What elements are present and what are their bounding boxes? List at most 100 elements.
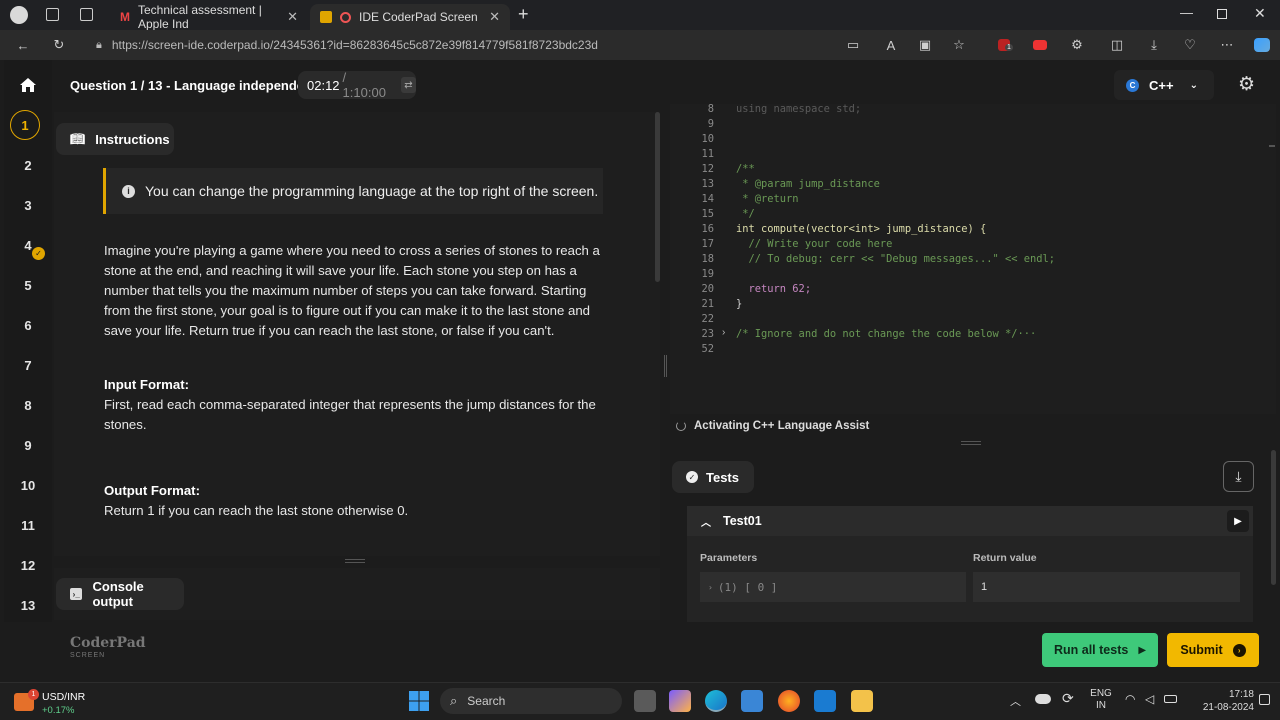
code-line[interactable]: * @return xyxy=(736,192,798,207)
question-nav-item[interactable]: 6 xyxy=(4,310,52,340)
question-nav-item[interactable]: 13 xyxy=(4,590,52,620)
notification-icon[interactable] xyxy=(1259,694,1270,705)
tab-technical-assessment[interactable]: M Technical assessment | Apple Ind ✕ xyxy=(110,3,308,31)
downloads-icon[interactable]: ⤓ xyxy=(1145,36,1163,54)
volume-icon[interactable]: ◁ xyxy=(1145,692,1154,706)
minimize-icon[interactable]: — xyxy=(1180,5,1193,20)
code-line[interactable]: return 62; xyxy=(736,282,812,297)
tests-tab[interactable]: ✓ Tests xyxy=(672,461,754,493)
swap-icon[interactable]: ⇄ xyxy=(400,77,416,93)
firefox-icon[interactable] xyxy=(778,690,800,712)
extension-ublock-icon[interactable]: 1 xyxy=(995,36,1013,54)
submit-button[interactable]: Submit › xyxy=(1167,633,1259,667)
close-tab-icon[interactable]: ✕ xyxy=(489,9,500,25)
line-number: 11 xyxy=(701,148,714,160)
code-line[interactable]: using namespace std; xyxy=(736,102,861,117)
run-all-tests-button[interactable]: Run all tests ▶ xyxy=(1042,633,1158,667)
instructions-scrollbar[interactable] xyxy=(655,112,660,282)
profile-icon[interactable] xyxy=(10,6,28,24)
parameter-value[interactable]: › (1) [ 0 ] xyxy=(700,572,966,602)
input-format-heading: Input Format: xyxy=(104,377,189,392)
editor-resize-handle[interactable] xyxy=(961,441,981,445)
read-aloud-icon[interactable]: A xyxy=(882,36,900,54)
code-line[interactable]: // To debug: cerr << "Debug messages..."… xyxy=(736,252,1056,267)
clock[interactable]: 17:18 21-08-2024 xyxy=(1190,688,1254,714)
home-icon[interactable] xyxy=(19,77,37,93)
camera-icon[interactable]: ▭ xyxy=(844,36,862,54)
tab-coderpad[interactable]: IDE CoderPad Screen ✕ xyxy=(310,4,510,30)
clock-date: 21-08-2024 xyxy=(1202,702,1254,713)
play-icon: ▶ xyxy=(1138,644,1147,656)
chevron-up-icon[interactable]: ︿ xyxy=(1010,693,1021,709)
sync-icon[interactable]: ⟳ xyxy=(1062,690,1074,707)
workspaces-icon[interactable] xyxy=(46,8,59,21)
question-nav-item[interactable]: 3 xyxy=(4,190,52,220)
editor-scrollbar[interactable] xyxy=(1269,145,1275,147)
code-line[interactable]: /* Ignore and do not change the code bel… xyxy=(736,327,1036,342)
code-line[interactable]: // Write your code here xyxy=(736,237,893,252)
back-icon[interactable]: ← xyxy=(14,36,32,54)
url-field[interactable]: 🔒︎ https://screen-ide.coderpad.io/243453… xyxy=(96,32,876,58)
question-nav-item[interactable]: 2 xyxy=(4,150,52,180)
settings-gear-icon[interactable]: ⚙ xyxy=(1238,75,1255,94)
tab-actions-icon[interactable] xyxy=(80,8,93,21)
onedrive-icon[interactable] xyxy=(1035,694,1051,704)
question-nav-item[interactable]: 11 xyxy=(4,510,52,540)
code-line[interactable]: } xyxy=(736,297,742,312)
question-nav-item[interactable]: 8 xyxy=(4,390,52,420)
instructions-tab[interactable]: 📖︎ Instructions xyxy=(56,123,174,155)
run-test-button[interactable]: ▶ xyxy=(1227,510,1249,532)
windows-start-icon[interactable] xyxy=(408,690,430,712)
edge-icon[interactable] xyxy=(705,690,727,712)
close-tab-icon[interactable]: ✕ xyxy=(287,9,298,25)
question-nav-item[interactable]: 12 xyxy=(4,550,52,580)
favorite-icon[interactable]: ☆ xyxy=(950,36,968,54)
question-nav-item[interactable]: 5 xyxy=(4,270,52,300)
new-tab-icon[interactable]: + xyxy=(518,4,529,25)
copilot-icon[interactable] xyxy=(1253,36,1271,54)
question-nav-item[interactable]: 9 xyxy=(4,430,52,460)
return-value-field[interactable]: 1 xyxy=(973,572,1240,602)
extension-record-icon[interactable] xyxy=(1031,36,1049,54)
coderpad-tab-icon xyxy=(320,11,332,23)
run-all-label: Run all tests xyxy=(1053,643,1129,657)
language-select[interactable]: C C++ ⌄ xyxy=(1114,70,1214,100)
maximize-icon[interactable] xyxy=(1217,9,1227,19)
question-nav-item[interactable]: 10 xyxy=(4,470,52,500)
resize-handle[interactable] xyxy=(345,559,365,563)
refresh-icon[interactable]: ↻ xyxy=(50,36,68,54)
battery-icon[interactable] xyxy=(1164,695,1177,703)
code-line[interactable]: */ xyxy=(736,207,755,222)
copilot-app-icon[interactable] xyxy=(669,690,691,712)
file-explorer-icon[interactable] xyxy=(851,690,873,712)
vscode-icon[interactable] xyxy=(814,690,836,712)
immersive-reader-icon[interactable]: ▣ xyxy=(916,36,934,54)
split-screen-icon[interactable]: ◫ xyxy=(1108,36,1126,54)
question-nav-item[interactable]: 7 xyxy=(4,350,52,380)
task-view-icon[interactable] xyxy=(634,690,656,712)
wifi-icon[interactable]: ◠ xyxy=(1125,692,1135,706)
code-line[interactable]: int compute(vector<int> jump_distance) { xyxy=(736,222,986,237)
taskbar-search[interactable]: ⌕ Search xyxy=(440,688,622,714)
line-number: 10 xyxy=(701,133,714,145)
ticker-widget[interactable]: 1 USD/INR +0.17% xyxy=(14,689,94,717)
vertical-splitter[interactable] xyxy=(664,355,667,377)
test-case-header[interactable]: ︿ Test01 xyxy=(687,506,1253,536)
question-nav-item[interactable]: 4 xyxy=(4,230,52,260)
question-nav-item[interactable]: 1 xyxy=(10,110,40,140)
problem-description: Imagine you're playing a game where you … xyxy=(104,243,600,338)
code-line[interactable]: * @param jump_distance xyxy=(736,177,880,192)
fold-chevron-icon[interactable]: › xyxy=(722,327,725,338)
console-output-tab[interactable]: ›_ Console output xyxy=(56,578,184,610)
store-icon[interactable] xyxy=(741,690,763,712)
download-tests-button[interactable]: ⤓ xyxy=(1223,461,1254,492)
tests-scrollbar[interactable] xyxy=(1271,450,1276,585)
extensions-icon[interactable]: ⚙ xyxy=(1068,36,1086,54)
line-number: 18 xyxy=(701,253,714,265)
more-menu-icon[interactable]: ⋯ xyxy=(1218,36,1236,54)
browser-tab-bar: M Technical assessment | Apple Ind ✕ IDE… xyxy=(0,0,1280,31)
browser-essentials-icon[interactable]: ♡ xyxy=(1181,36,1199,54)
language-indicator[interactable]: ENG IN xyxy=(1090,688,1112,712)
close-window-icon[interactable]: ✕ xyxy=(1254,5,1266,22)
code-line[interactable]: /** xyxy=(736,162,755,177)
